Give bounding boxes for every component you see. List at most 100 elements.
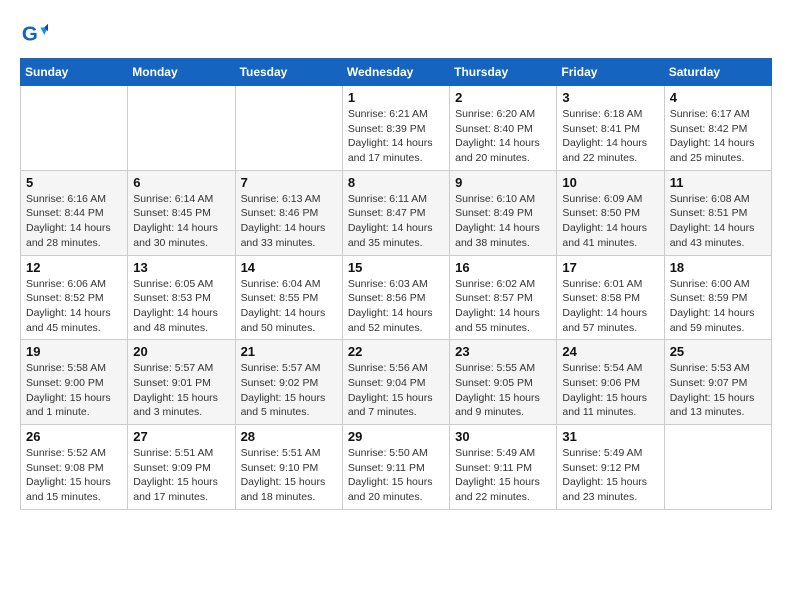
weekday-header: Saturday — [664, 59, 771, 86]
day-number: 7 — [241, 175, 337, 190]
day-info: Sunrise: 6:17 AMSunset: 8:42 PMDaylight:… — [670, 107, 766, 166]
calendar: SundayMondayTuesdayWednesdayThursdayFrid… — [20, 58, 772, 510]
calendar-cell: 27 Sunrise: 5:51 AMSunset: 9:09 PMDayligh… — [128, 425, 235, 510]
day-number: 14 — [241, 260, 337, 275]
calendar-cell: 17 Sunrise: 6:01 AMSunset: 8:58 PMDayligh… — [557, 255, 664, 340]
day-number: 28 — [241, 429, 337, 444]
day-number: 3 — [562, 90, 658, 105]
calendar-cell: 15 Sunrise: 6:03 AMSunset: 8:56 PMDayligh… — [342, 255, 449, 340]
day-number: 1 — [348, 90, 444, 105]
day-info: Sunrise: 6:08 AMSunset: 8:51 PMDaylight:… — [670, 192, 766, 251]
day-info: Sunrise: 6:10 AMSunset: 8:49 PMDaylight:… — [455, 192, 551, 251]
day-info: Sunrise: 6:16 AMSunset: 8:44 PMDaylight:… — [26, 192, 122, 251]
day-number: 20 — [133, 344, 229, 359]
day-number: 11 — [670, 175, 766, 190]
calendar-cell: 5 Sunrise: 6:16 AMSunset: 8:44 PMDaylight… — [21, 170, 128, 255]
day-info: Sunrise: 5:51 AMSunset: 9:09 PMDaylight:… — [133, 446, 229, 505]
day-number: 21 — [241, 344, 337, 359]
calendar-week-row: 26 Sunrise: 5:52 AMSunset: 9:08 PMDayligh… — [21, 425, 772, 510]
day-number: 29 — [348, 429, 444, 444]
day-number: 5 — [26, 175, 122, 190]
calendar-cell: 29 Sunrise: 5:50 AMSunset: 9:11 PMDayligh… — [342, 425, 449, 510]
calendar-week-row: 12Sunrise: 6:06 AMSunset: 8:52 PMDayligh… — [21, 255, 772, 340]
calendar-cell: 4 Sunrise: 6:17 AMSunset: 8:42 PMDaylight… — [664, 86, 771, 171]
day-number: 9 — [455, 175, 551, 190]
day-info: Sunrise: 5:54 AMSunset: 9:06 PMDaylight:… — [562, 361, 658, 420]
calendar-cell: 20 Sunrise: 5:57 AMSunset: 9:01 PMDayligh… — [128, 340, 235, 425]
day-info: Sunrise: 6:13 AMSunset: 8:46 PMDaylight:… — [241, 192, 337, 251]
day-number: 10 — [562, 175, 658, 190]
day-info: Sunrise: 6:04 AMSunset: 8:55 PMDaylight:… — [241, 277, 337, 336]
calendar-header: SundayMondayTuesdayWednesdayThursdayFrid… — [21, 59, 772, 86]
day-number: 17 — [562, 260, 658, 275]
weekday-header: Friday — [557, 59, 664, 86]
calendar-cell: 26 Sunrise: 5:52 AMSunset: 9:08 PMDayligh… — [21, 425, 128, 510]
day-number: 6 — [133, 175, 229, 190]
calendar-cell: 10 Sunrise: 6:09 AMSunset: 8:50 PMDayligh… — [557, 170, 664, 255]
day-info: Sunrise: 5:49 AMSunset: 9:11 PMDaylight:… — [455, 446, 551, 505]
calendar-body: 1 Sunrise: 6:21 AMSunset: 8:39 PMDaylight… — [21, 86, 772, 510]
calendar-week-row: 19Sunrise: 5:58 AMSunset: 9:00 PMDayligh… — [21, 340, 772, 425]
weekday-header: Tuesday — [235, 59, 342, 86]
calendar-cell — [664, 425, 771, 510]
day-number: 22 — [348, 344, 444, 359]
day-info: Sunrise: 6:20 AMSunset: 8:40 PMDaylight:… — [455, 107, 551, 166]
day-info: Sunrise: 6:01 AMSunset: 8:58 PMDaylight:… — [562, 277, 658, 336]
calendar-cell: 13 Sunrise: 6:05 AMSunset: 8:53 PMDayligh… — [128, 255, 235, 340]
day-info: Sunrise: 5:51 AMSunset: 9:10 PMDaylight:… — [241, 446, 337, 505]
day-info: Sunrise: 5:52 AMSunset: 9:08 PMDaylight:… — [26, 446, 122, 505]
calendar-cell: 25 Sunrise: 5:53 AMSunset: 9:07 PMDayligh… — [664, 340, 771, 425]
day-number: 2 — [455, 90, 551, 105]
day-info: Sunrise: 5:55 AMSunset: 9:05 PMDaylight:… — [455, 361, 551, 420]
calendar-cell: 30Sunrise: 5:49 AMSunset: 9:11 PMDayligh… — [450, 425, 557, 510]
day-info: Sunrise: 6:11 AMSunset: 8:47 PMDaylight:… — [348, 192, 444, 251]
day-info: Sunrise: 5:53 AMSunset: 9:07 PMDaylight:… — [670, 361, 766, 420]
day-info: Sunrise: 6:03 AMSunset: 8:56 PMDaylight:… — [348, 277, 444, 336]
weekday-header: Wednesday — [342, 59, 449, 86]
calendar-cell: 12Sunrise: 6:06 AMSunset: 8:52 PMDayligh… — [21, 255, 128, 340]
day-number: 19 — [26, 344, 122, 359]
day-number: 31 — [562, 429, 658, 444]
day-info: Sunrise: 6:00 AMSunset: 8:59 PMDaylight:… — [670, 277, 766, 336]
calendar-cell: 31 Sunrise: 5:49 AMSunset: 9:12 PMDayligh… — [557, 425, 664, 510]
svg-text:G: G — [22, 23, 38, 46]
day-info: Sunrise: 6:18 AMSunset: 8:41 PMDaylight:… — [562, 107, 658, 166]
day-number: 23 — [455, 344, 551, 359]
calendar-cell: 22 Sunrise: 5:56 AMSunset: 9:04 PMDayligh… — [342, 340, 449, 425]
calendar-cell: 18Sunrise: 6:00 AMSunset: 8:59 PMDayligh… — [664, 255, 771, 340]
weekday-header: Sunday — [21, 59, 128, 86]
day-number: 25 — [670, 344, 766, 359]
day-number: 24 — [562, 344, 658, 359]
day-info: Sunrise: 6:14 AMSunset: 8:45 PMDaylight:… — [133, 192, 229, 251]
day-info: Sunrise: 6:21 AMSunset: 8:39 PMDaylight:… — [348, 107, 444, 166]
calendar-cell: 24 Sunrise: 5:54 AMSunset: 9:06 PMDayligh… — [557, 340, 664, 425]
day-number: 26 — [26, 429, 122, 444]
calendar-cell: 14 Sunrise: 6:04 AMSunset: 8:55 PMDayligh… — [235, 255, 342, 340]
day-info: Sunrise: 5:56 AMSunset: 9:04 PMDaylight:… — [348, 361, 444, 420]
calendar-cell: 6 Sunrise: 6:14 AMSunset: 8:45 PMDaylight… — [128, 170, 235, 255]
day-number: 12 — [26, 260, 122, 275]
calendar-cell: 9 Sunrise: 6:10 AMSunset: 8:49 PMDaylight… — [450, 170, 557, 255]
calendar-cell: 7 Sunrise: 6:13 AMSunset: 8:46 PMDaylight… — [235, 170, 342, 255]
day-info: Sunrise: 6:09 AMSunset: 8:50 PMDaylight:… — [562, 192, 658, 251]
logo: G — [20, 20, 52, 48]
weekday-row: SundayMondayTuesdayWednesdayThursdayFrid… — [21, 59, 772, 86]
day-info: Sunrise: 5:49 AMSunset: 9:12 PMDaylight:… — [562, 446, 658, 505]
day-info: Sunrise: 5:57 AMSunset: 9:01 PMDaylight:… — [133, 361, 229, 420]
calendar-cell: 19Sunrise: 5:58 AMSunset: 9:00 PMDayligh… — [21, 340, 128, 425]
day-number: 4 — [670, 90, 766, 105]
day-number: 15 — [348, 260, 444, 275]
calendar-cell: 11 Sunrise: 6:08 AMSunset: 8:51 PMDayligh… — [664, 170, 771, 255]
calendar-cell: 23 Sunrise: 5:55 AMSunset: 9:05 PMDayligh… — [450, 340, 557, 425]
calendar-cell: 16 Sunrise: 6:02 AMSunset: 8:57 PMDayligh… — [450, 255, 557, 340]
day-number: 27 — [133, 429, 229, 444]
day-info: Sunrise: 6:05 AMSunset: 8:53 PMDaylight:… — [133, 277, 229, 336]
day-info: Sunrise: 5:57 AMSunset: 9:02 PMDaylight:… — [241, 361, 337, 420]
calendar-cell — [235, 86, 342, 171]
day-number: 13 — [133, 260, 229, 275]
day-number: 8 — [348, 175, 444, 190]
calendar-cell: 3 Sunrise: 6:18 AMSunset: 8:41 PMDaylight… — [557, 86, 664, 171]
day-info: Sunrise: 5:50 AMSunset: 9:11 PMDaylight:… — [348, 446, 444, 505]
day-number: 16 — [455, 260, 551, 275]
day-info: Sunrise: 6:02 AMSunset: 8:57 PMDaylight:… — [455, 277, 551, 336]
